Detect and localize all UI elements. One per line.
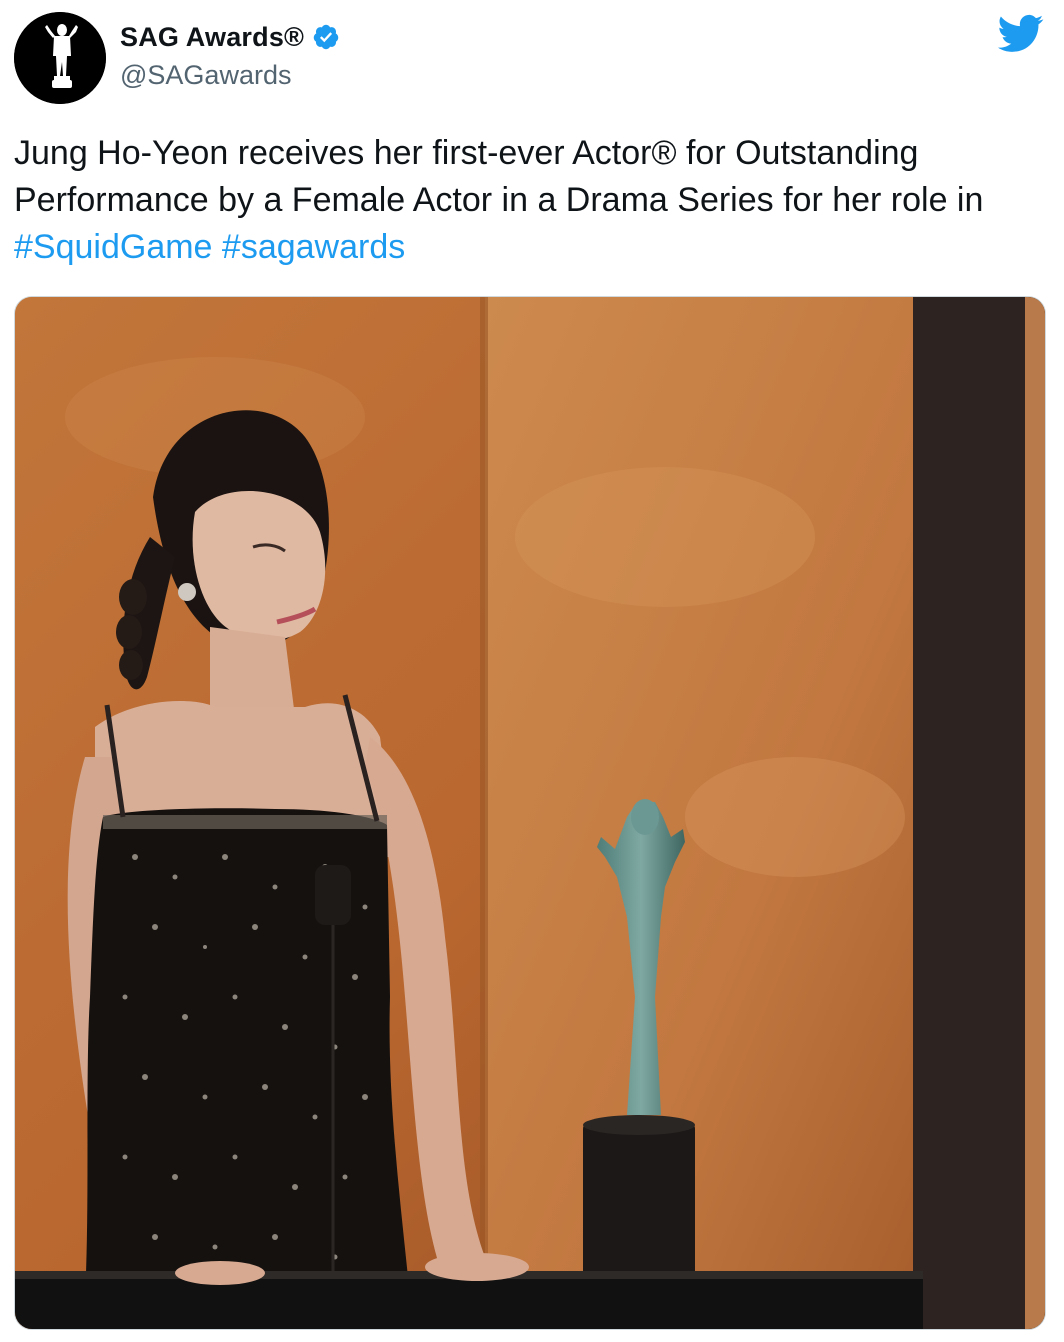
profile-avatar[interactable]: [14, 12, 106, 104]
tweet-text-space: [212, 228, 221, 266]
hashtag-link-sagawards[interactable]: #sagawards: [222, 228, 405, 266]
tweet-media-image[interactable]: [14, 296, 1046, 1330]
display-name[interactable]: SAG Awards®: [120, 22, 304, 53]
account-handle[interactable]: @SAGawards: [120, 60, 291, 91]
tweet-text-body: Jung Ho-Yeon receives her first-ever Act…: [14, 134, 984, 219]
sag-actor-statuette-logo-icon: [14, 12, 106, 104]
twitter-bird-icon[interactable]: [998, 14, 1044, 54]
tweet-card: SAG Awards® @SAGawards Jung Ho-Yeon rece…: [0, 0, 1064, 1342]
hashtag-link-squidgame[interactable]: #SquidGame: [14, 228, 212, 266]
account-name-row[interactable]: SAG Awards®: [120, 19, 340, 55]
verified-badge-icon: [312, 23, 340, 51]
tweet-text: Jung Ho-Yeon receives her first-ever Act…: [14, 130, 1014, 271]
